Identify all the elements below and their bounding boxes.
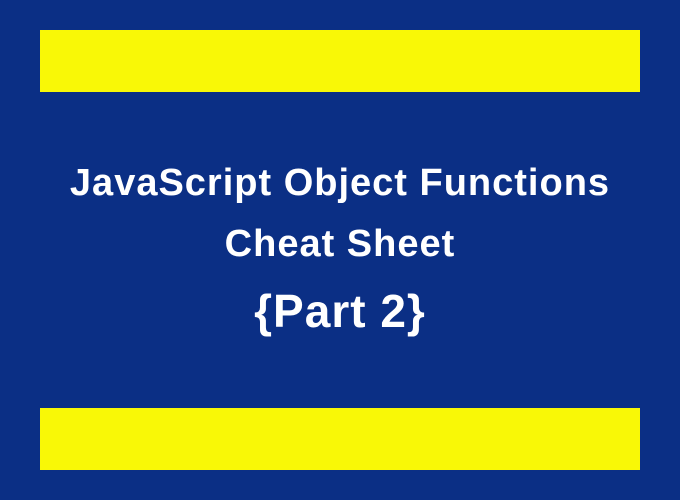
top-accent-bar — [40, 30, 640, 92]
title-line-1: JavaScript Object Functions — [70, 162, 610, 205]
bottom-accent-bar — [40, 408, 640, 470]
title-block: JavaScript Object Functions Cheat Sheet … — [70, 92, 610, 408]
title-part: {Part 2} — [254, 284, 426, 338]
title-line-2: Cheat Sheet — [225, 223, 456, 266]
